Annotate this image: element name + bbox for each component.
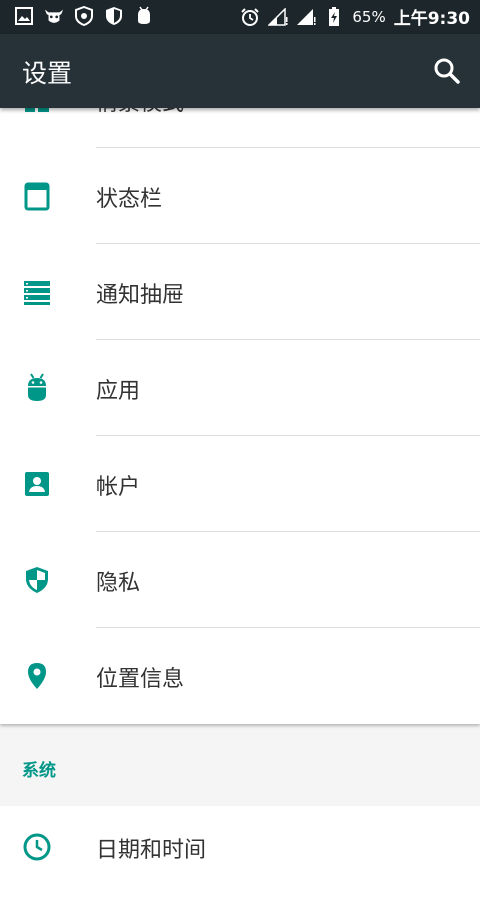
list-item-label: 情景模式 (96, 108, 184, 117)
list-item-label: 应用 (96, 379, 141, 404)
signal-icon (296, 7, 316, 27)
status-bar: 65% 上午9:30 (0, 0, 480, 34)
settings-list: 情景模式 状态栏 通知抽屉 应用 帐户 隐私 (0, 108, 480, 724)
list-item-accounts[interactable]: 帐户 (0, 436, 480, 532)
scene-mode-icon (22, 108, 52, 115)
app-bar: 设置 (0, 34, 480, 108)
android-icon (134, 6, 154, 26)
notification-drawer-icon (22, 277, 52, 307)
list-item-notification-drawer[interactable]: 通知抽屉 (0, 244, 480, 340)
list-item-privacy[interactable]: 隐私 (0, 532, 480, 628)
account-icon (22, 469, 52, 499)
list-item-label: 日期和时间 (96, 838, 207, 863)
location-pin-icon (22, 661, 52, 691)
clock-icon (22, 832, 52, 862)
clock-time: 上午9:30 (393, 9, 470, 29)
page-title: 设置 (22, 59, 73, 88)
section-header-system: 系统 (22, 761, 56, 781)
battery-percent: 65% (352, 7, 386, 26)
list-item-label: 通知抽屉 (96, 283, 185, 308)
alarm-icon (240, 7, 260, 27)
shield-badge-icon (74, 6, 94, 26)
list-item-location[interactable]: 位置信息 (0, 628, 480, 724)
list-item-label: 状态栏 (96, 187, 163, 212)
list-item-label: 位置信息 (96, 667, 185, 692)
search-icon (434, 58, 460, 84)
status-bar-icon (22, 181, 52, 211)
list-item-label: 帐户 (96, 475, 141, 500)
android-icon (22, 373, 52, 403)
signal-icon (268, 7, 288, 27)
list-item-scene-mode[interactable]: 情景模式 (0, 108, 480, 148)
list-item-apps[interactable]: 应用 (0, 340, 480, 436)
list-item-label: 隐私 (96, 571, 141, 596)
search-button[interactable] (432, 56, 462, 86)
image-icon (14, 6, 34, 26)
bull-icon (44, 6, 64, 26)
privacy-shield-icon (22, 565, 52, 595)
battery-charging-icon (324, 6, 344, 27)
list-item-status-bar[interactable]: 状态栏 (0, 148, 480, 244)
list-item-date-time[interactable]: 日期和时间 (0, 806, 480, 902)
shield-icon (104, 6, 124, 26)
